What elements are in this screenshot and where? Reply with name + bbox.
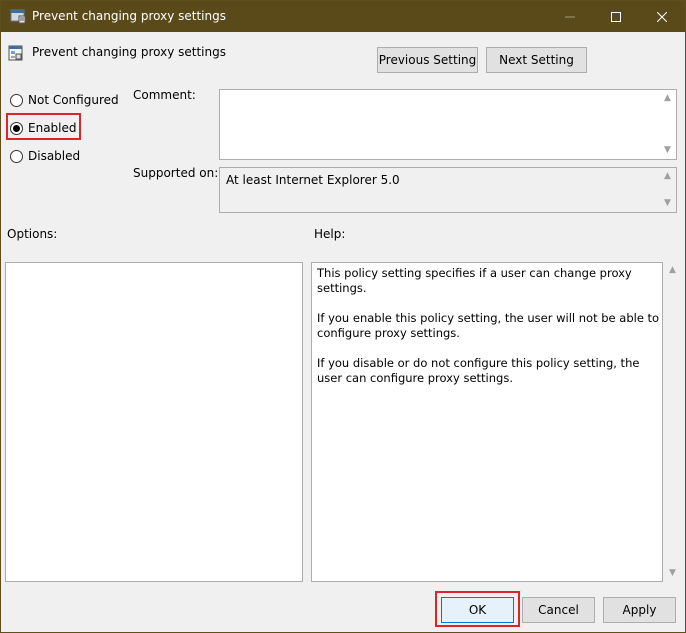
minimize-icon: [565, 16, 575, 17]
apply-button[interactable]: Apply: [603, 597, 676, 623]
previous-setting-label: Previous Setting: [378, 53, 477, 67]
cancel-button[interactable]: Cancel: [522, 597, 595, 623]
comment-textarea[interactable]: ▲ ▼: [219, 89, 677, 160]
policy-dialog-window: Prevent changing proxy settings Prevent …: [0, 0, 686, 633]
policy-settings-icon: [10, 9, 26, 24]
help-paragraph: If you disable or do not configure this …: [317, 356, 640, 385]
radio-not-configured[interactable]: Not Configured: [10, 91, 119, 109]
setting-title: Prevent changing proxy settings: [32, 45, 226, 59]
options-pane: [5, 262, 303, 582]
supported-on-field: At least Internet Explorer 5.0 ▲ ▼: [219, 167, 677, 213]
supported-on-value: At least Internet Explorer 5.0: [226, 173, 400, 187]
supported-on-label: Supported on:: [133, 166, 219, 180]
help-text: This policy setting specifies if a user …: [317, 266, 662, 401]
window-title: Prevent changing proxy settings: [32, 9, 226, 23]
policy-settings-icon: [8, 45, 23, 61]
scroll-down-icon[interactable]: ▼: [668, 569, 677, 578]
maximize-button[interactable]: [593, 1, 639, 32]
comment-scrollbar[interactable]: ▲ ▼: [659, 90, 676, 159]
radio-disabled[interactable]: Disabled: [10, 147, 80, 165]
radio-label-disabled: Disabled: [28, 149, 81, 163]
ok-label: OK: [468, 603, 487, 617]
help-scrollbar[interactable]: ▲ ▼: [664, 262, 681, 582]
scroll-up-icon[interactable]: ▲: [663, 94, 672, 103]
maximize-icon: [611, 11, 621, 22]
scroll-down-icon[interactable]: ▼: [663, 146, 672, 155]
title-bar[interactable]: Prevent changing proxy settings: [1, 1, 685, 32]
ok-button[interactable]: OK: [441, 597, 514, 623]
comment-label: Comment:: [133, 88, 196, 102]
previous-setting-button[interactable]: Previous Setting: [377, 47, 478, 73]
help-pane: This policy setting specifies if a user …: [311, 262, 663, 582]
help-label: Help:: [314, 227, 346, 241]
radio-circle[interactable]: [10, 149, 23, 163]
enabled-highlight-box: [6, 113, 81, 140]
apply-label: Apply: [622, 603, 657, 617]
scroll-up-icon[interactable]: ▲: [668, 266, 677, 275]
close-button[interactable]: [639, 1, 685, 32]
radio-label-not-configured: Not Configured: [28, 93, 119, 107]
help-paragraph: This policy setting specifies if a user …: [317, 266, 632, 295]
next-setting-button[interactable]: Next Setting: [486, 47, 587, 73]
close-icon: [657, 11, 667, 22]
scroll-down-icon[interactable]: ▼: [663, 199, 672, 208]
cancel-label: Cancel: [538, 603, 579, 617]
options-label: Options:: [7, 227, 58, 241]
scroll-up-icon[interactable]: ▲: [663, 172, 672, 181]
radio-circle[interactable]: [10, 93, 23, 107]
next-setting-label: Next Setting: [499, 53, 574, 67]
minimize-button[interactable]: [547, 1, 593, 32]
help-paragraph: If you enable this policy setting, the u…: [317, 311, 660, 340]
supported-scrollbar[interactable]: ▲ ▼: [659, 168, 676, 212]
